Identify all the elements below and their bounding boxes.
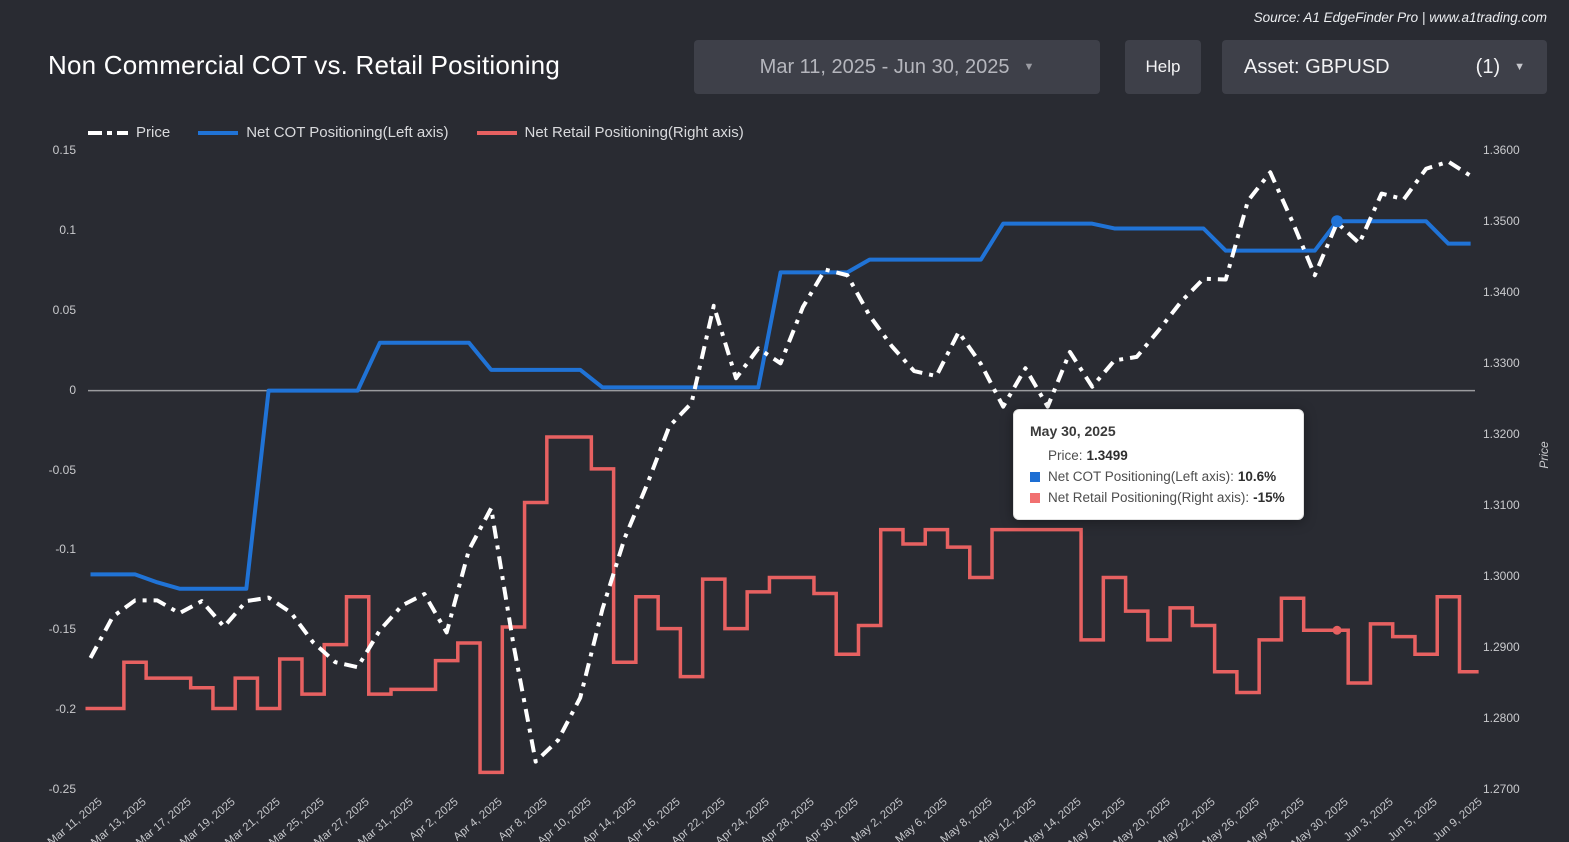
tooltip-label: Price: — [1048, 448, 1083, 463]
tooltip: May 30, 2025 Price: 1.3499 Net COT Posit… — [1013, 409, 1304, 520]
retail-highlight-dot — [1332, 625, 1342, 635]
tooltip-value: 1.3499 — [1086, 448, 1128, 463]
price-axis-title: Price — [1537, 441, 1551, 469]
cot-highlight-dot — [1331, 215, 1344, 228]
y-axis-tick-label: -0.1 — [55, 542, 76, 557]
tooltip-value: -15% — [1253, 490, 1285, 505]
y-axis-tick-label: 0.15 — [52, 143, 76, 157]
y-axis-tick-label: 0.05 — [52, 302, 76, 317]
y-axis-tick-label: -0.2 — [55, 702, 76, 717]
cot-swatch-icon — [1030, 471, 1040, 482]
y-axis-tick-label: -0.25 — [48, 782, 76, 796]
y-axis-tick-label: 1.3000 — [1483, 569, 1520, 583]
tooltip-title: May 30, 2025 — [1030, 423, 1116, 439]
tooltip-label: Net Retail Positioning(Right axis): — [1048, 490, 1250, 505]
y-axis-tick-label: 0.1 — [59, 222, 76, 237]
y-axis-tick-label: 1.3300 — [1483, 356, 1520, 370]
y-axis-tick-label: 1.3200 — [1483, 427, 1520, 441]
y-axis-tick-label: 0 — [69, 382, 76, 397]
tooltip-row-retail: Net Retail Positioning(Right axis): -15% — [1030, 490, 1289, 505]
y-axis-tick-label: 1.2800 — [1483, 711, 1520, 725]
tooltip-row-price: Price: 1.3499 — [1030, 448, 1289, 463]
tooltip-label: Net COT Positioning(Left axis): — [1048, 469, 1234, 484]
y-axis-tick-label: -0.15 — [48, 622, 76, 637]
y-axis-tick-label: 1.3400 — [1483, 285, 1520, 299]
chart-canvas[interactable] — [0, 0, 1569, 842]
tooltip-value: 10.6% — [1237, 469, 1277, 484]
y-axis-tick-label: 1.3600 — [1483, 143, 1520, 157]
app: Source: A1 EdgeFinder Pro | www.a1tradin… — [0, 0, 1569, 842]
cot-line — [90, 219, 1471, 591]
y-axis-tick-label: -0.05 — [48, 462, 76, 477]
tooltip-row-cot: Net COT Positioning(Left axis): 10.6% — [1030, 469, 1289, 484]
y-axis-tick-label: 1.3100 — [1483, 498, 1520, 512]
retail-swatch-icon — [1030, 492, 1040, 503]
y-axis-tick-label: 1.2900 — [1483, 640, 1520, 654]
y-axis-tick-label: 1.3500 — [1483, 214, 1520, 228]
y-axis-tick-label: 1.2700 — [1483, 782, 1520, 796]
